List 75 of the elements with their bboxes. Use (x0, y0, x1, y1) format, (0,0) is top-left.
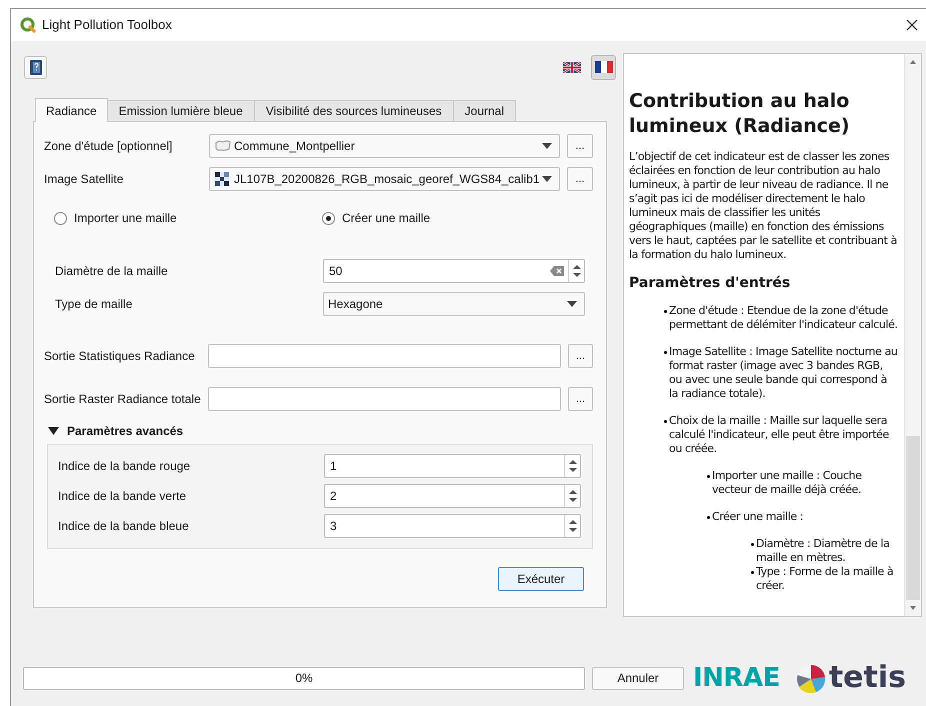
help-subtitle: Paramètres d'entrés (629, 276, 792, 290)
tab[interactable]: Visibilité des sources lumineuses (254, 100, 454, 121)
help-list-item: Créer une maille : (712, 510, 804, 524)
polygon-icon (215, 140, 231, 152)
bullet-icon (664, 310, 667, 313)
help-list-item: Importer une maille : Couche vecteur de maille déjà créée. (712, 469, 863, 497)
browse-button[interactable]: ... (568, 344, 593, 368)
scrollbar[interactable] (904, 54, 921, 616)
inrae-logo: INRAE (693, 665, 780, 691)
spinner-arrows-icon[interactable] (568, 458, 578, 474)
browse-button[interactable]: ... (567, 134, 593, 158)
scroll-thumb[interactable] (906, 436, 920, 600)
cancel-button[interactable]: Annuler (592, 666, 684, 690)
tab[interactable]: Radiance (35, 98, 108, 122)
expand-arrow-icon (48, 427, 59, 435)
progress-text: 0% (295, 670, 313, 687)
language-button[interactable] (591, 54, 616, 80)
field-label: Image Satellite (44, 171, 124, 188)
help-list-item: Image Satellite : Image Satellite nocturne au format raster (image avec 3 bandes RGB, ou avec une seule bande qui correspond à la radiance totale). (669, 345, 898, 401)
raster-icon (215, 172, 229, 186)
number-field[interactable]: 50 (323, 259, 585, 283)
caret-icon (567, 301, 577, 307)
tetis-logo: tetis (794, 662, 906, 694)
clear-icon[interactable] (550, 266, 564, 276)
browse-button[interactable]: ... (567, 167, 593, 191)
bullet-icon (664, 351, 667, 354)
bullet-icon (707, 516, 710, 519)
app-logo-icon (20, 17, 36, 33)
field-label: Indice de la bande rouge (58, 458, 192, 475)
tab[interactable]: Journal (454, 100, 516, 121)
layer-dropdown[interactable]: Commune_Montpellier (209, 134, 560, 158)
bullet-icon (751, 571, 754, 574)
help-book-icon (30, 60, 42, 74)
type-dropdown[interactable]: Hexagone (323, 292, 585, 316)
close-icon[interactable] (906, 19, 918, 31)
field-label: Type de maille (55, 296, 134, 313)
field-label: Diamètre de la maille (55, 263, 169, 280)
run-button[interactable]: Exécuter (498, 567, 584, 591)
window-title: Light Pollution Toolbox (42, 16, 172, 34)
field-label: Sortie Statistiques Radiance (44, 348, 196, 365)
spinner-arrows-icon[interactable] (568, 518, 578, 534)
help-list-item: Choix de la maille : Maille sur laquelle sera calculé l'indicateur, elle peut être importée ou créée. (669, 414, 890, 456)
field-label: Indice de la bande verte (58, 488, 188, 505)
help-button[interactable] (24, 56, 47, 78)
dropdown-value: JL107B_20200826_RGB_mosaic_georef_WGS84_calib1 (234, 171, 540, 188)
browse-button[interactable]: ... (568, 387, 593, 411)
help-list-item: Zone d'étude : Etendue de la zone d'étude permettant de délémiter l'indicateur calculé. (669, 304, 898, 332)
output-path-field[interactable] (208, 344, 561, 368)
bullet-icon (664, 420, 667, 423)
help-paragraph: L’objectif de cet indicateur est de classer les zones éclairées en fonction de leur contribution au halo lumineux, à partir de leur niveau de radiance. Il ne s’agit pas ici de modéliser directement le halo lumineux mais de classifier les unités géographiques (maille) en fonction des émissions vers le haut, captées par le satellite et contribuant à la formation du halo lumineux. (629, 150, 898, 262)
number-field[interactable]: 2 (324, 484, 581, 508)
bullet-icon (751, 543, 754, 546)
spinner-arrows-icon[interactable] (572, 263, 582, 279)
layer-dropdown[interactable]: JL107B_20200826_RGB_mosaic_georef_WGS84_calib1 (209, 167, 560, 191)
dropdown-value: Hexagone (328, 296, 383, 313)
field-label: Sortie Raster Radiance totale (44, 391, 202, 408)
bullet-icon (707, 475, 710, 478)
caret-icon (542, 143, 552, 149)
help-list-item: Diamètre : Diamètre de la maille en mètres. (756, 537, 890, 565)
caret-icon (542, 176, 552, 182)
output-path-field[interactable] (208, 387, 561, 411)
advanced-toggle[interactable]: Paramètres avancés (44, 423, 593, 439)
field-label: Zone d'étude [optionnel] (44, 138, 174, 155)
number-field[interactable]: 3 (324, 514, 581, 538)
help-title: Contribution au halo lumineux (Radiance) (629, 89, 851, 139)
flag-icon (563, 62, 581, 72)
help-list-item: Type : Forme de la maille à créer. (756, 565, 894, 593)
spinner-arrows-icon[interactable] (568, 488, 578, 504)
radio-option[interactable]: Importer une maille (54, 209, 322, 227)
field-label: Indice de la bande bleue (58, 518, 190, 535)
dropdown-value: Commune_Montpellier (234, 138, 355, 155)
flag-icon (594, 61, 612, 73)
number-field[interactable]: 1 (324, 454, 581, 478)
tab[interactable]: Emission lumière bleue (108, 100, 255, 121)
radio-option[interactable]: Créer une maille (322, 209, 430, 227)
